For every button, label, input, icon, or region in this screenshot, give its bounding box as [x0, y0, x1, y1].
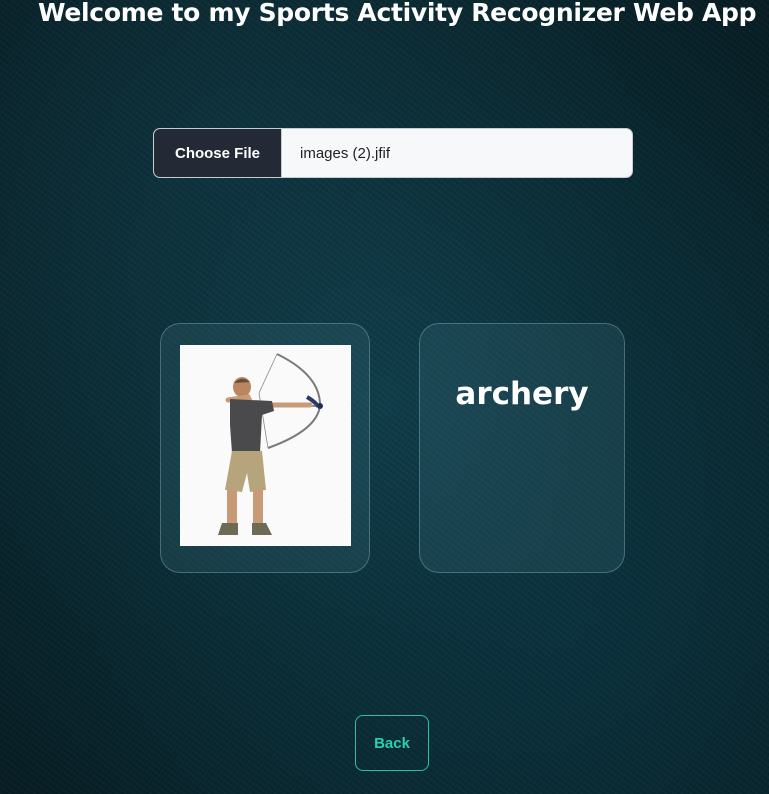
- uploaded-image-card: [160, 323, 370, 573]
- archer-photo: [180, 345, 351, 546]
- file-upload-input[interactable]: Choose File images (2).jfif: [153, 128, 633, 178]
- prediction-label: archery: [455, 376, 589, 412]
- selected-file-name: images (2).jfif: [300, 144, 391, 162]
- choose-file-button[interactable]: Choose File: [154, 129, 282, 177]
- back-button[interactable]: Back: [355, 715, 429, 771]
- background-texture: [0, 0, 769, 794]
- prediction-card: archery: [419, 323, 625, 573]
- page-title: Welcome to my Sports Activity Recognizer…: [38, 0, 757, 27]
- uploaded-image: [180, 345, 351, 546]
